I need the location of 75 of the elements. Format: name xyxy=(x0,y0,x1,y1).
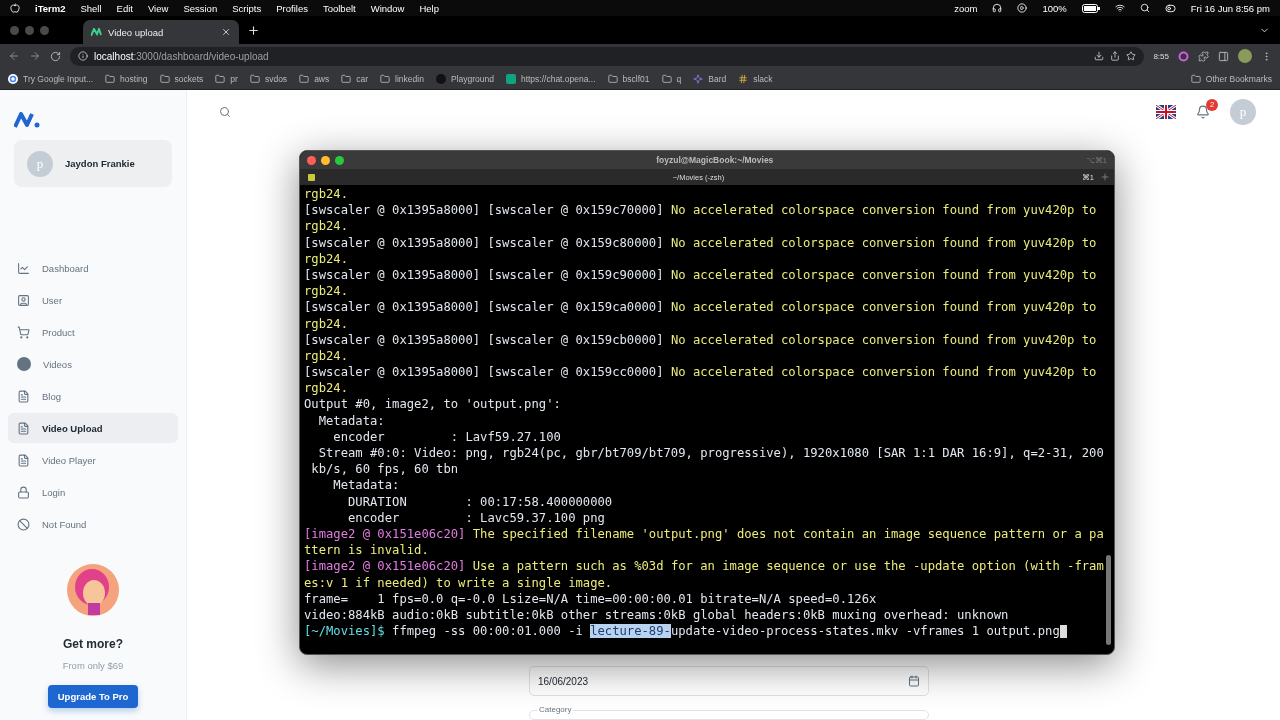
bookmark-folder[interactable]: Other Bookmarks xyxy=(1205,73,1272,84)
browser-tab[interactable]: Video upload xyxy=(83,20,239,44)
bookmark[interactable]: sockets xyxy=(174,73,204,84)
nav-item[interactable]: Blog xyxy=(8,381,178,411)
nav-item[interactable]: Video Upload xyxy=(8,413,178,443)
clock[interactable]: Fri 16 Jun 8:56 pm xyxy=(1190,2,1270,14)
terminal-line: Metadata: xyxy=(317,412,386,429)
nav-item[interactable]: Product xyxy=(8,317,178,347)
terminal-line: Metadata: xyxy=(332,477,401,494)
nav-item[interactable]: Videos xyxy=(8,349,178,379)
menu-item[interactable]: Session xyxy=(183,2,218,14)
bookmark[interactable]: Try Google Input... xyxy=(23,73,94,84)
bookmark[interactable]: https://chat.opena... xyxy=(520,73,596,84)
menu-item[interactable]: Help xyxy=(419,2,439,14)
terminal-line: es:v 1 if needed) to write a single image. xyxy=(304,574,614,591)
terminal-line: encoder : Lavc59.37.100 png xyxy=(347,509,606,526)
terminal-line: [~/Movies]$ ffmpeg -ss 00:00:01.000 -i lecture-89-update-video-process-states.mkv -vframes 1 output.png xyxy=(304,623,1110,640)
terminal-line: [swscaler @ 0x1395a8000] [swscaler @ 0x159ca0000] No accelerated colorspace conversion found from yuv420p to xyxy=(304,299,1098,316)
terminal-line: [swscaler @ 0x1395a8000] [swscaler @ 0x159c70000] No accelerated colorspace conversion found from yuv420p to xyxy=(304,202,1098,219)
menu-item[interactable]: Scripts xyxy=(232,2,262,14)
terminal-line: rgb24. xyxy=(304,250,350,267)
bookmark[interactable]: bsclf01 xyxy=(622,73,650,84)
terminal-line: [swscaler @ 0x1395a8000] [swscaler @ 0x159c90000] No accelerated colorspace conversion found from yuv420p to xyxy=(304,266,1098,284)
promo-price: From only $69 xyxy=(62,660,124,671)
bookmark[interactable]: q xyxy=(676,73,682,84)
bookmark[interactable]: Playground xyxy=(450,73,494,84)
extension-badge[interactable]: 8:55 xyxy=(1153,51,1169,61)
nav-item[interactable]: Login xyxy=(8,477,178,507)
menu-item[interactable]: Edit xyxy=(116,2,133,14)
url-text: localhost:3000/dashboard/video-upload xyxy=(94,50,269,62)
bookmark[interactable]: slack xyxy=(753,73,773,84)
terminal-line: rgb24. xyxy=(304,347,350,365)
bookmark[interactable]: Bard xyxy=(708,73,727,84)
terminal-line: video:884kB audio:0kB subtitle:0kB other streams:0kB global headers:0kB muxing overhead: unknown xyxy=(304,606,1010,624)
upgrade-button[interactable]: Upgrade To Pro xyxy=(47,685,139,708)
terminal-line: [swscaler @ 0x1395a8000] [swscaler @ 0x159cb0000] No accelerated colorspace conversion found from yuv420p to xyxy=(304,331,1098,348)
nav-item[interactable]: User xyxy=(8,285,178,315)
terminal-line: rgb24. xyxy=(304,380,350,397)
terminal-line: frame= 1 fps=0.0 q=-0.0 Lsize=N/A time=00:00:00.01 bitrate=N/A speed=0.126x xyxy=(304,590,878,607)
bookmark[interactable]: svdos xyxy=(264,73,288,84)
app-menu[interactable]: iTerm2 xyxy=(35,2,66,14)
address-bar[interactable]: localhost:3000/dashboard/video-upload xyxy=(70,46,1145,66)
nav-item[interactable]: Not Found xyxy=(8,509,178,539)
bookmark[interactable]: aws xyxy=(314,73,330,84)
terminal-title: foyzul@MagicBook:~/Movies xyxy=(655,155,775,165)
battery-percent: 100% xyxy=(1042,2,1067,14)
menu-item[interactable]: Shell xyxy=(80,2,102,14)
menu-item[interactable]: View xyxy=(147,2,169,14)
terminal-line: [swscaler @ 0x1395a8000] [swscaler @ 0x159cc0000] No accelerated colorspace conversion found from yuv420p to xyxy=(304,364,1098,381)
terminal-line: Output #0, image2, to 'output.png': xyxy=(304,396,562,413)
terminal-line: Stream #0:0: Video: png, rgb24(pc, gbr/bt709/bt709, progressive), 1920x1080 [SAR 1:1 DAR 16:9], q=2-31, 200 xyxy=(317,445,1105,462)
terminal-line: rgb24. xyxy=(304,218,350,235)
user-name: Jaydon Frankie xyxy=(65,158,135,169)
bookmark[interactable]: hosting xyxy=(120,73,148,84)
zoom-status[interactable]: zoom xyxy=(954,2,978,14)
menu-item[interactable]: Window xyxy=(370,2,405,14)
bookmark[interactable]: linkedin xyxy=(395,73,424,84)
nav-item[interactable]: Dashboard xyxy=(8,253,178,283)
terminal-line: kb/s, 60 fps, 60 tbn xyxy=(310,461,460,478)
terminal-line: [image2 @ 0x151e06c20] The specified filename 'output.png' does not contain an image sequence pattern or a pa xyxy=(304,525,1105,543)
bookmark[interactable]: pr xyxy=(230,73,238,84)
menu-item[interactable]: Toolbelt xyxy=(322,2,356,14)
terminal-line: DURATION : 00:17:58.400000000 xyxy=(347,493,614,510)
nav-item[interactable]: Video Player xyxy=(8,445,178,475)
terminal-line: [image2 @ 0x151e06c20] Use a pattern such as %03d for an image sequence or use the -update option (with -fram xyxy=(304,558,1105,575)
menu-item[interactable]: Profiles xyxy=(276,2,308,14)
terminal-line: rgb24. xyxy=(304,186,350,203)
terminal-line: rgb24. xyxy=(304,315,350,332)
terminal-line: ttern is invalid. xyxy=(304,542,430,559)
terminal-line: rgb24. xyxy=(304,283,350,300)
bookmark[interactable]: car xyxy=(356,73,369,84)
promo-title: Get more? xyxy=(63,637,123,651)
terminal-line: [swscaler @ 0x1395a8000] [swscaler @ 0x159c80000] No accelerated colorspace conversion found from yuv420p to xyxy=(304,234,1098,251)
date-field[interactable]: 16/06/2023 xyxy=(529,666,929,696)
terminal-line: encoder : Lavf59.27.100 xyxy=(332,428,562,445)
